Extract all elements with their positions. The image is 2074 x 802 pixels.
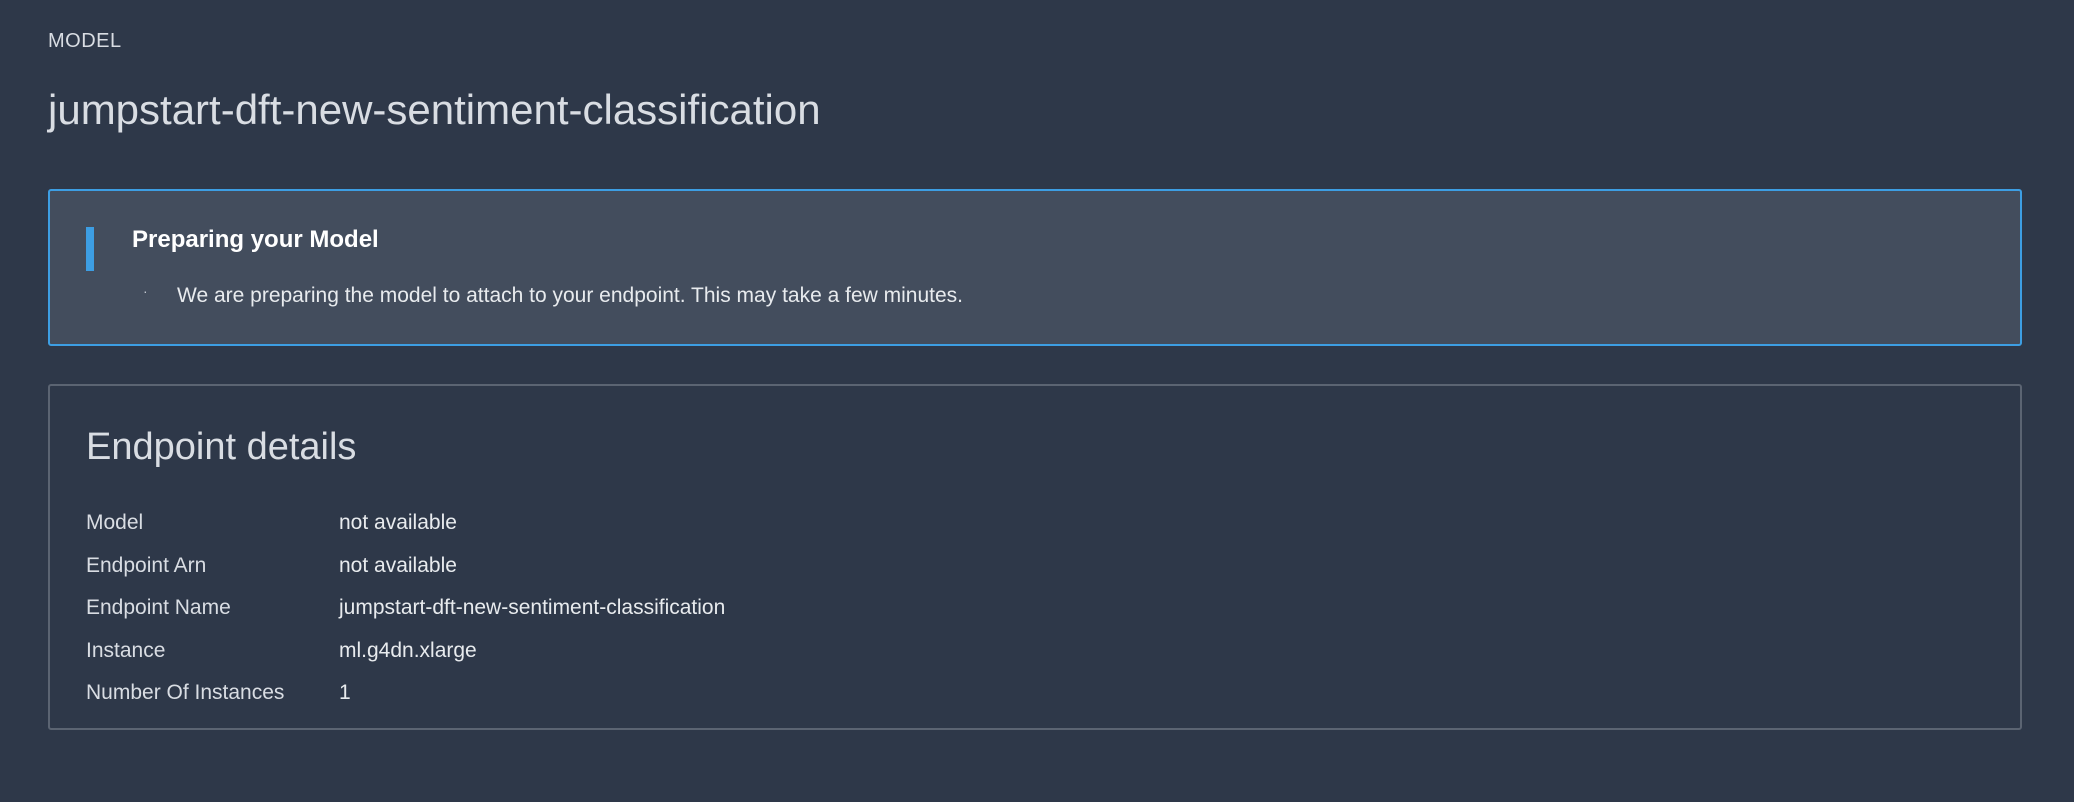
detail-label: Endpoint Name [86,596,231,619]
banner-title: Preparing your Model [132,226,379,253]
detail-value: jumpstart-dft-new-sentiment-classificati… [339,596,726,619]
detail-value: ml.g4dn.xlarge [339,638,477,662]
detail-label: Endpoint Arn [86,553,207,577]
detail-label: Number Of Instances [86,681,285,704]
loading-spinner-icon: · [143,283,148,299]
page-title: jumpstart-dft-new-sentiment-classificati… [48,86,821,133]
detail-value: 1 [339,681,351,704]
endpoint-details-card: Endpoint details Model not available End… [48,384,2022,730]
banner-message: We are preparing the model to attach to … [177,284,963,307]
detail-value: not available [339,553,457,577]
info-banner: Preparing your Model · We are preparing … [48,189,2022,346]
detail-label: Model [86,511,144,534]
detail-value: not available [339,511,457,534]
detail-label: Instance [86,638,166,662]
section-eyebrow: MODEL [48,30,122,52]
banner-accent-bar [86,227,94,271]
card-title: Endpoint details [86,426,357,468]
